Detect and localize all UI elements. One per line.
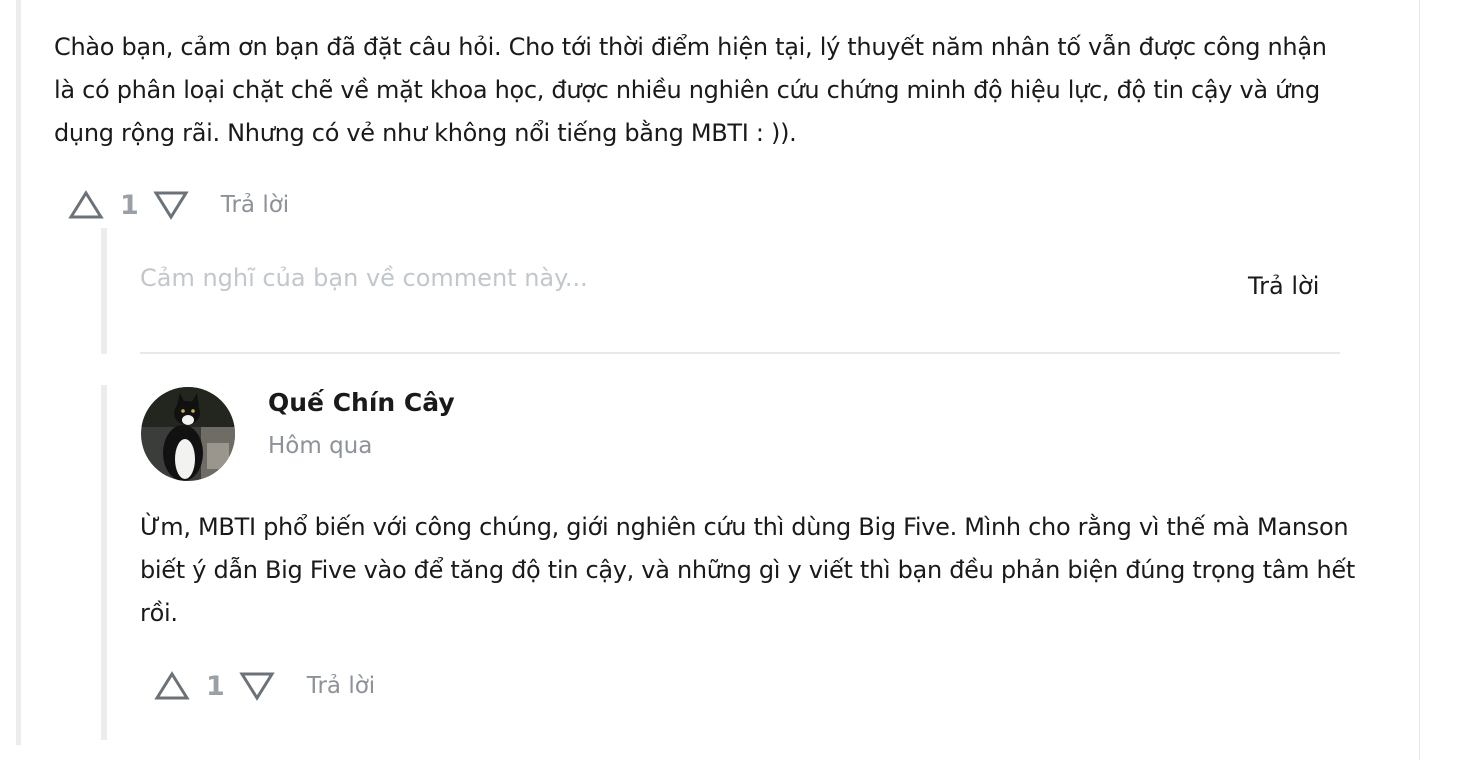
reply-link[interactable]: Trả lời	[307, 673, 375, 699]
upvote-icon[interactable]	[154, 670, 190, 702]
divider	[140, 352, 1340, 354]
reply-input[interactable]: Cảm nghĩ của bạn về comment này...	[140, 264, 1200, 304]
downvote-icon[interactable]	[153, 189, 189, 221]
upvote-icon[interactable]	[68, 189, 104, 221]
comment-vote-row: 1 Trả lời	[68, 185, 289, 225]
reply-link[interactable]: Trả lời	[221, 192, 289, 218]
comment-body: Chào bạn, cảm ơn bạn đã đặt câu hỏi. Cho…	[54, 33, 1327, 147]
vote-count: 1	[120, 189, 139, 221]
content-right-border	[1419, 0, 1420, 760]
reply-box-thread-line	[101, 228, 107, 354]
reply-submit-button[interactable]: Trả lời	[1248, 272, 1319, 300]
timestamp: Hôm qua	[268, 433, 373, 459]
nested-thread-line	[101, 385, 107, 740]
vote-count: 1	[206, 670, 225, 702]
outer-thread-line	[16, 0, 21, 745]
author-name[interactable]: Quế Chín Cây	[268, 388, 455, 417]
reply-vote-row: 1 Trả lời	[154, 666, 375, 706]
cat-photo-avatar-icon	[141, 387, 235, 481]
avatar[interactable]	[141, 387, 235, 481]
reply-body: Ừm, MBTI phổ biến với công chúng, giới n…	[140, 513, 1356, 627]
downvote-icon[interactable]	[239, 670, 275, 702]
